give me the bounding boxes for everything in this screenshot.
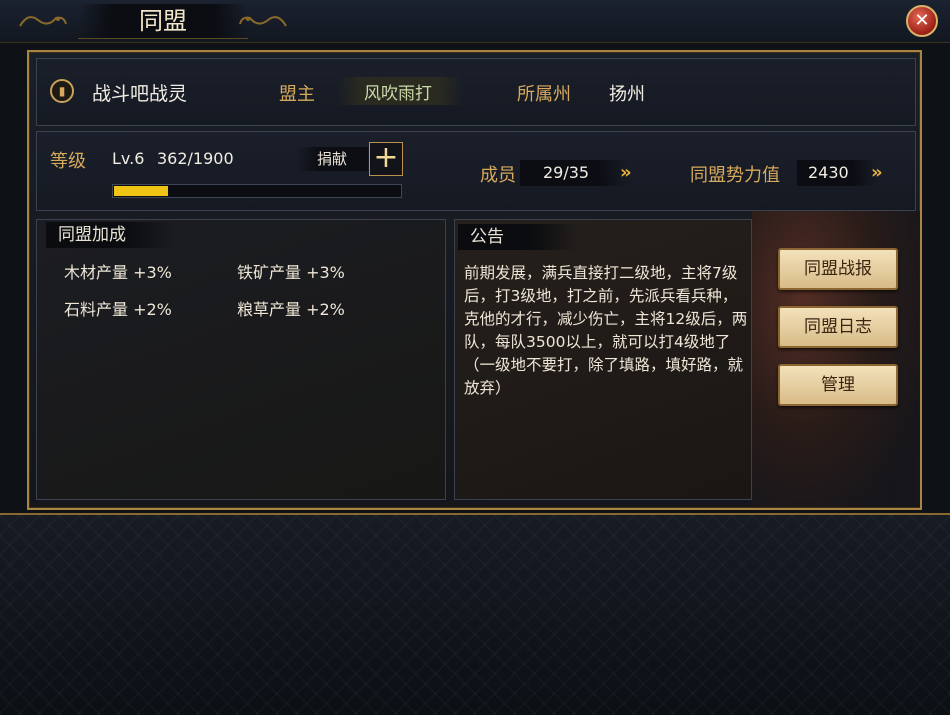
alliance-name: 战斗吧战灵 <box>92 83 188 105</box>
alliance-log-button[interactable]: 同盟日志 <box>778 306 898 348</box>
level-exp: 362/1900 <box>157 149 234 168</box>
manage-button[interactable]: 管理 <box>778 364 898 406</box>
members-value: 29/35 <box>543 163 590 182</box>
members-label: 成员 <box>480 165 516 186</box>
alliance-stats-row <box>36 131 916 211</box>
plus-icon: + <box>373 140 399 175</box>
leader-name-box[interactable]: 风吹雨打 <box>336 77 464 105</box>
notice-text: 前期发展，满兵直接打二级地，主将7级后，打3级地，打之前，先派兵看兵种，克他的才… <box>464 264 748 397</box>
level-progress-fill <box>114 186 168 196</box>
notice-title: 公告 <box>458 224 578 250</box>
level-label: 等级 <box>50 151 86 172</box>
state-label: 所属州 <box>517 84 571 105</box>
donate-button[interactable]: + <box>369 142 403 176</box>
members-double-chevron-right-icon[interactable]: » <box>620 160 632 186</box>
level-progress-bar <box>112 184 402 198</box>
leader-name: 风吹雨打 <box>364 84 432 104</box>
bonus-item: 粮草产量 +2% <box>237 300 345 319</box>
close-button[interactable]: ✕ <box>906 5 938 37</box>
state-name: 扬州 <box>609 84 645 105</box>
background-floor <box>0 513 950 715</box>
bonus-item: 铁矿产量 +3% <box>237 263 345 282</box>
members-value-box[interactable]: 29/35 <box>520 160 630 186</box>
close-icon: ✕ <box>914 10 930 31</box>
dragon-ornament-right-icon <box>238 10 288 32</box>
window-title: 同盟 <box>78 4 248 39</box>
donate-label: 捐献 <box>296 147 368 171</box>
power-label: 同盟势力值 <box>690 165 780 186</box>
power-value-box[interactable]: 2430 <box>797 160 877 186</box>
bonus-item: 木材产量 +3% <box>64 263 172 282</box>
title-bar: 同盟 <box>18 4 293 39</box>
power-double-chevron-right-icon[interactable]: » <box>871 160 883 186</box>
leader-label: 盟主 <box>279 84 315 105</box>
level-value: Lv.6 <box>112 149 145 168</box>
power-value: 2430 <box>808 163 849 182</box>
banner-icon: ▮ <box>50 79 74 103</box>
dragon-ornament-left-icon <box>18 10 68 32</box>
alliance-report-button[interactable]: 同盟战报 <box>778 248 898 290</box>
bonus-title: 同盟加成 <box>46 222 176 248</box>
bonus-item: 石料产量 +2% <box>64 300 172 319</box>
